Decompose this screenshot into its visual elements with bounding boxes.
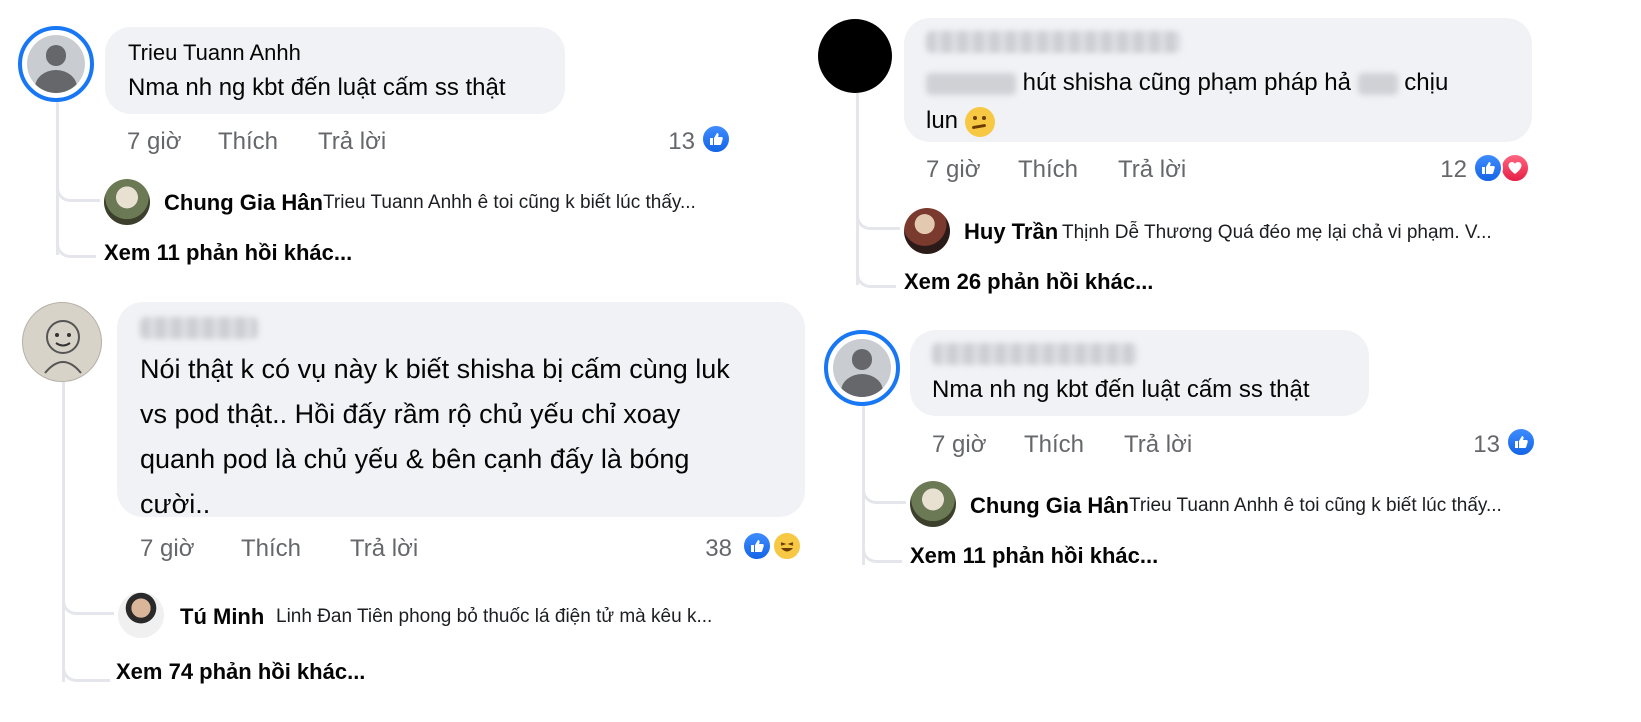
reply-button[interactable]: Trả lời [1124, 431, 1192, 459]
reply-author[interactable]: Chung Gia Hân [164, 190, 323, 216]
thumbs-up-icon [701, 124, 731, 154]
avatar[interactable] [104, 179, 150, 225]
redacted-text [926, 72, 1016, 95]
redacted-text [1357, 72, 1398, 95]
thumbs-up-icon [742, 531, 772, 561]
heart-icon [1500, 153, 1530, 183]
reply-preview[interactable]: Trieu Tuann Anhh ê toi cũng k biết lúc t… [1129, 495, 1502, 517]
avatar[interactable] [18, 26, 94, 102]
like-button[interactable]: Thích [241, 535, 301, 563]
like-button[interactable]: Thích [1024, 431, 1084, 459]
author-name-redacted[interactable] [926, 31, 1181, 53]
reaction-count[interactable]: 38 [690, 535, 732, 563]
comment-author[interactable]: Trieu Tuann Anhh [128, 40, 301, 66]
author-name-redacted[interactable] [932, 343, 1137, 365]
more-connector [56, 228, 96, 258]
avatar[interactable] [818, 19, 892, 93]
reaction-count[interactable]: 12 [1427, 156, 1467, 184]
avatar[interactable] [824, 330, 900, 406]
comment-time[interactable]: 7 giờ [926, 156, 980, 184]
comment-time[interactable]: 7 giờ [140, 535, 194, 563]
comment-time[interactable]: 7 giờ [932, 431, 986, 459]
comment-text: Nma nh ng kbt đến luật cấm ss thật [932, 376, 1310, 403]
reply-author[interactable]: Tú Minh [180, 604, 264, 630]
comment-text: Nma nh ng kbt đến luật cấm ss thật [128, 74, 506, 101]
author-name-redacted[interactable] [140, 317, 258, 339]
like-button[interactable]: Thích [1018, 156, 1078, 184]
reply-button[interactable]: Trả lời [1118, 156, 1186, 184]
view-more-replies-link[interactable]: Xem 74 phản hồi khác... [116, 659, 365, 685]
comment-text: Nói thật k có vụ này k biết shisha bị cấ… [140, 354, 730, 519]
reply-connector [62, 585, 114, 615]
more-connector [62, 650, 110, 682]
reaction-count[interactable]: 13 [655, 128, 695, 156]
comment-time[interactable]: 7 giờ [127, 128, 181, 156]
reply-connector [56, 168, 100, 202]
view-more-replies-link[interactable]: Xem 11 phản hồi khác... [910, 543, 1158, 569]
reply-preview[interactable]: Trieu Tuann Anhh ê toi cũng k biết lúc t… [323, 192, 696, 214]
laughing-face-icon [772, 531, 802, 561]
reply-button[interactable]: Trả lời [318, 128, 386, 156]
reply-connector [856, 198, 900, 230]
reply-button[interactable]: Trả lời [350, 535, 418, 563]
reaction-count[interactable]: 13 [1460, 431, 1500, 459]
reply-author[interactable]: Huy Trần [964, 219, 1058, 245]
avatar[interactable] [22, 302, 102, 382]
avatar[interactable] [118, 592, 164, 638]
like-button[interactable]: Thích [218, 128, 278, 156]
view-more-replies-link[interactable]: Xem 26 phản hồi khác... [904, 269, 1153, 295]
view-more-replies-link[interactable]: Xem 11 phản hồi khác... [104, 240, 352, 266]
thinking-face-emoji [964, 106, 995, 137]
thread-line [856, 90, 859, 285]
reply-author[interactable]: Chung Gia Hân [970, 493, 1129, 519]
comment-text: hút shisha cũng phạm pháp hả chịu lun [926, 64, 1448, 140]
reply-connector [862, 470, 906, 504]
more-connector [862, 531, 902, 563]
thumbs-up-icon [1473, 153, 1503, 183]
reply-preview[interactable]: Thịnh Dễ Thương Quá đéo mẹ lại chả vi ph… [1062, 222, 1492, 244]
reply-preview[interactable]: Linh Đan Tiên phong bỏ thuốc lá điện tử … [276, 606, 712, 628]
avatar[interactable] [910, 481, 956, 527]
avatar[interactable] [904, 208, 950, 254]
thread-line [62, 382, 65, 682]
thumbs-up-icon [1506, 427, 1536, 457]
more-connector [856, 258, 896, 288]
